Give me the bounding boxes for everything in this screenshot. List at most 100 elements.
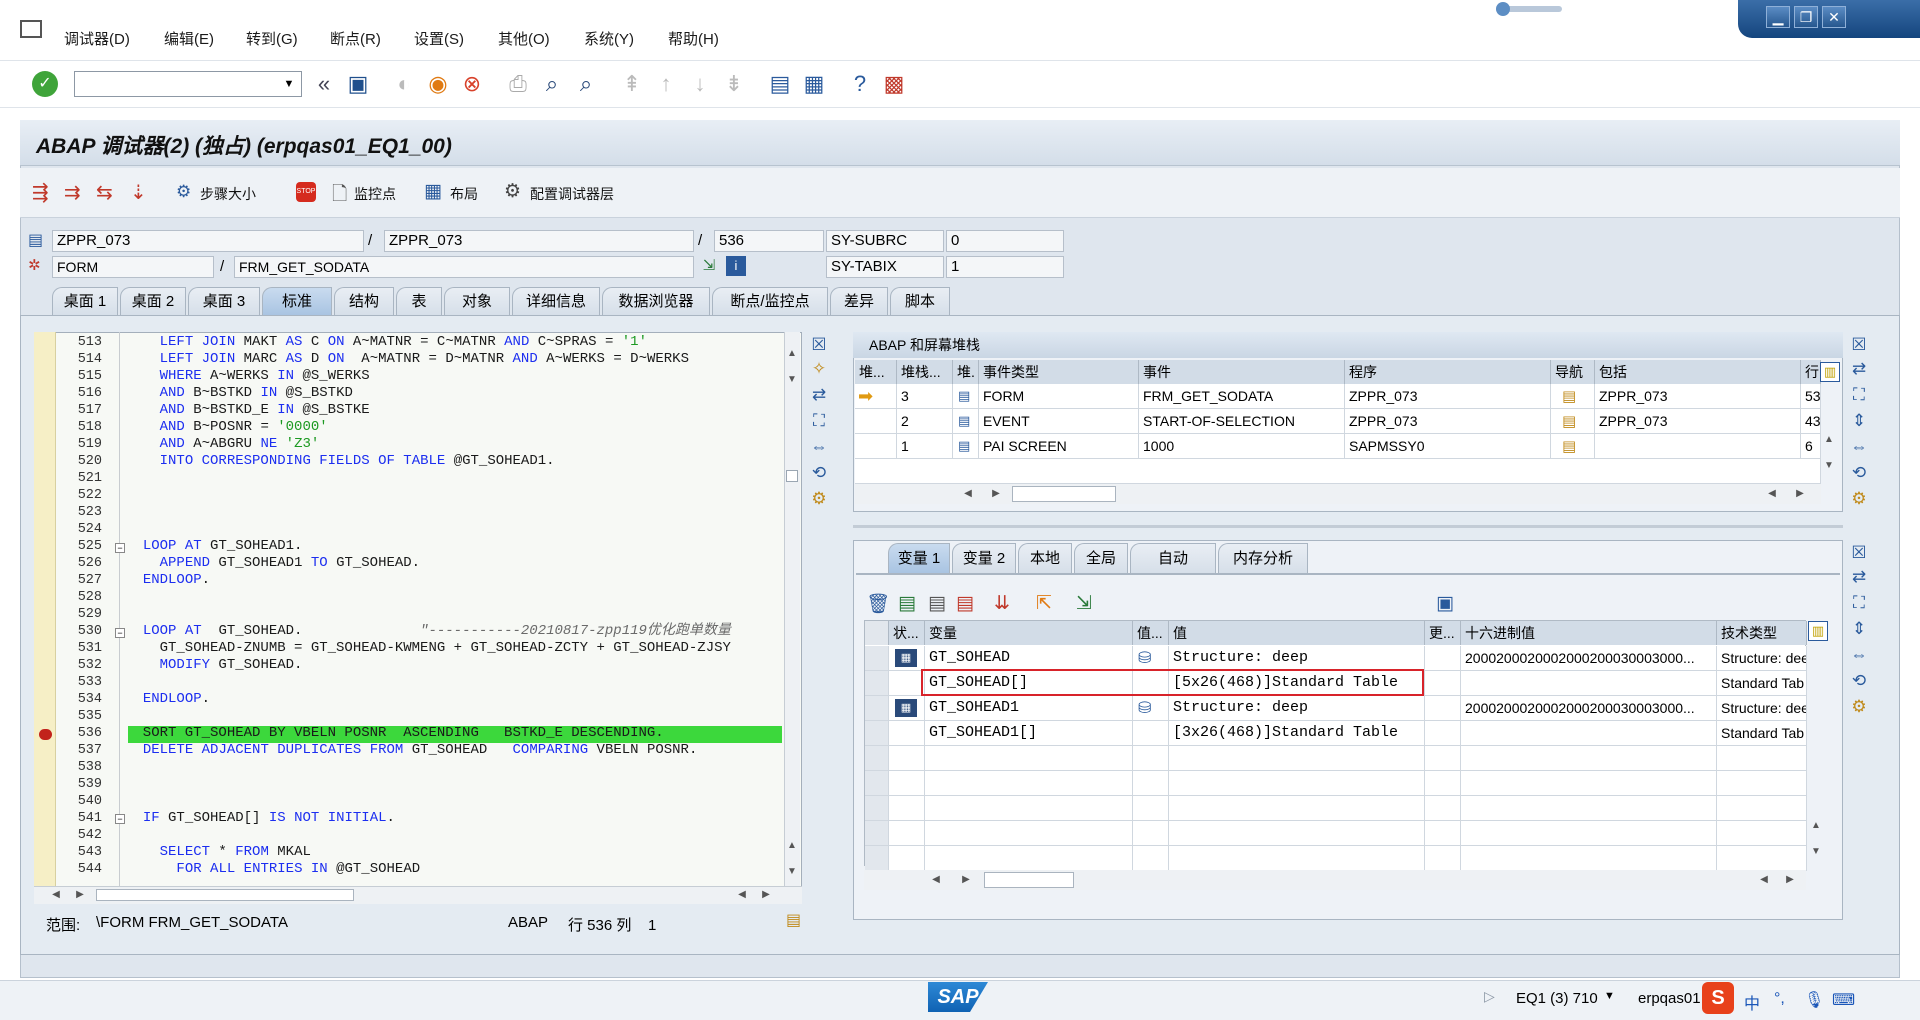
shortcut-icon[interactable]: ▦ <box>800 70 828 98</box>
stack-cell-program[interactable]: ZPPR_073 <box>1345 384 1551 409</box>
stack-cell[interactable] <box>855 434 897 459</box>
menu-breakpoints[interactable]: 断点(R) <box>330 28 381 49</box>
configure-icon[interactable]: ⚙ <box>504 180 521 203</box>
tab-desktop-1[interactable]: 桌面 1 <box>52 287 118 315</box>
continue-icon[interactable]: ⇣ <box>130 180 147 205</box>
stack-cell-include[interactable]: ZPPR_073 <box>1595 409 1801 434</box>
row-selector[interactable] <box>865 796 889 821</box>
close-tool-icon[interactable]: ☒ <box>1846 334 1872 356</box>
row-selector[interactable] <box>865 771 889 796</box>
tab-tables[interactable]: 表 <box>396 287 442 315</box>
var-cell[interactable] <box>889 746 925 771</box>
stack-header-event[interactable]: 事件 <box>1139 360 1345 384</box>
swap-tool-icon[interactable]: ⇕ <box>1846 410 1872 432</box>
stack-cell-include[interactable]: ZPPR_073 <box>1595 384 1801 409</box>
var-cell[interactable] <box>1169 821 1425 846</box>
close-tool-icon[interactable]: ☒ <box>806 334 832 356</box>
var-cell[interactable] <box>1717 796 1807 821</box>
var-cell-value[interactable]: Structure: deep <box>1169 646 1425 671</box>
code-vertical-scrollbar[interactable] <box>784 332 800 888</box>
restore-button[interactable]: ❐ <box>1794 6 1818 28</box>
scroll-right-icon[interactable]: ▶ <box>958 872 974 888</box>
replace-tool-icon[interactable]: ⇄ <box>1846 358 1872 380</box>
exit-icon[interactable]: ◉ <box>424 70 452 98</box>
command-field[interactable] <box>74 71 302 97</box>
var-cell[interactable] <box>889 846 925 871</box>
stack-header-navigate[interactable]: 导航 <box>1551 360 1595 384</box>
var-cell[interactable] <box>925 821 1133 846</box>
remove-icon[interactable]: ▤ <box>956 592 974 615</box>
replace-tool-icon[interactable]: ⇄ <box>1846 566 1872 588</box>
var-cell-hex[interactable] <box>1461 671 1717 696</box>
scroll-down-icon[interactable]: ▼ <box>784 864 800 880</box>
var-cell[interactable] <box>1425 846 1461 871</box>
first-page-icon[interactable]: ⇞ <box>618 70 646 98</box>
stop-icon[interactable]: STOP <box>296 182 316 202</box>
menu-system[interactable]: 系统(Y) <box>584 28 634 49</box>
services-tool-icon[interactable]: ⟲ <box>1846 670 1872 692</box>
breakpoint-icon[interactable] <box>39 729 52 740</box>
var-cell-tech[interactable]: Standard Tab <box>1717 721 1807 746</box>
minimize-button[interactable]: ▁ <box>1766 6 1790 28</box>
row-selector[interactable] <box>865 671 889 696</box>
prev-page-icon[interactable]: ↑ <box>652 70 680 98</box>
column-layout-icon[interactable]: ▥ <box>1820 362 1840 382</box>
layout-menu-icon[interactable]: ▩ <box>880 70 908 98</box>
status-play-icon[interactable]: ▷ <box>1484 988 1495 1005</box>
watchpoint-button[interactable]: 监控点 <box>354 184 396 204</box>
var-cell-name[interactable]: GT_SOHEAD1[] <box>925 721 1133 746</box>
fold-marker-icon[interactable]: − <box>115 543 125 553</box>
command-dropdown-icon[interactable]: ▼ <box>280 75 298 93</box>
navigate-icon[interactable]: ▤ <box>1562 437 1576 455</box>
var-cell-hex[interactable] <box>1461 721 1717 746</box>
var-cell[interactable] <box>1425 771 1461 796</box>
var-cell-tech[interactable]: Structure: dee <box>1717 646 1807 671</box>
navigate-icon[interactable]: ⇲ <box>698 256 720 278</box>
stack-header-level[interactable]: 堆... <box>855 360 897 384</box>
var-cell[interactable] <box>1133 821 1169 846</box>
print-icon[interactable]: ⎙ <box>504 70 532 98</box>
sap-menu-icon[interactable] <box>20 20 42 38</box>
scroll-left-icon[interactable]: ◀ <box>734 887 750 903</box>
execute-icon[interactable]: ⇉ <box>64 180 81 205</box>
stack-cell-event[interactable]: START-OF-SELECTION <box>1139 409 1345 434</box>
find-icon[interactable]: ⌕ <box>538 70 566 98</box>
navigate-icon[interactable]: ▤ <box>1562 387 1576 405</box>
collapse-icon[interactable]: « <box>310 70 338 98</box>
var-cell[interactable] <box>1461 821 1717 846</box>
scroll-right-icon[interactable]: ▶ <box>1792 486 1808 502</box>
services-tool-icon[interactable]: ⟲ <box>1846 462 1872 484</box>
tool-settings-icon[interactable]: ⚙ <box>1846 696 1872 718</box>
tab-locals[interactable]: 本地 <box>1018 543 1072 573</box>
replace-tool-icon[interactable]: ⇄ <box>806 384 832 406</box>
stack-cell-line[interactable]: 53 <box>1801 384 1821 409</box>
menu-settings[interactable]: 设置(S) <box>414 28 464 49</box>
window-slider-knob[interactable] <box>1496 2 1510 16</box>
tab-auto[interactable]: 自动 <box>1130 543 1216 573</box>
tab-script[interactable]: 脚本 <box>890 287 950 315</box>
var-cell-hex[interactable]: 2000200020002000200030003000... <box>1461 646 1717 671</box>
close-button[interactable]: ✕ <box>1822 6 1846 28</box>
var-header-changed[interactable]: 更... <box>1425 621 1461 645</box>
tool-settings-icon[interactable]: ⚙ <box>1846 488 1872 510</box>
configure-layer-button[interactable]: 配置调试器层 <box>530 184 614 204</box>
value-detail-icon[interactable]: ⛁ <box>1138 648 1151 668</box>
tab-diff[interactable]: 差异 <box>830 287 888 315</box>
swap-tool-icon[interactable]: ⇕ <box>1846 618 1872 640</box>
services-tool-icon[interactable]: ⟲ <box>806 462 832 484</box>
stack-cell-level[interactable]: 3 <box>897 384 953 409</box>
value-detail-icon[interactable]: ⛁ <box>1138 698 1151 718</box>
microphone-icon[interactable]: 🎙 <box>1804 990 1824 1010</box>
last-page-icon[interactable]: ⇟ <box>720 70 748 98</box>
row-selector[interactable] <box>865 846 889 871</box>
layout-icon[interactable]: ▦ <box>424 180 442 203</box>
enter-icon[interactable]: ✓ <box>32 71 58 97</box>
next-page-icon[interactable]: ↓ <box>686 70 714 98</box>
scroll-up-icon[interactable]: ▲ <box>1808 818 1824 834</box>
watchpoint-icon[interactable]: 🗋 <box>332 180 347 212</box>
row-selector[interactable] <box>865 721 889 746</box>
return-icon[interactable]: ⇆ <box>96 180 113 205</box>
scroll-down-icon[interactable]: ▼ <box>784 372 800 388</box>
stack-header-type-icon[interactable]: 堆. <box>953 360 979 384</box>
stack-cell-line[interactable]: 43 <box>1801 409 1821 434</box>
